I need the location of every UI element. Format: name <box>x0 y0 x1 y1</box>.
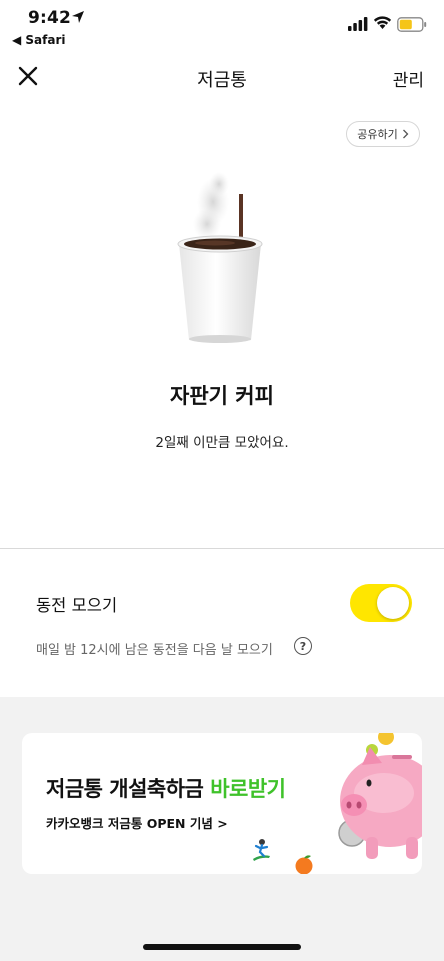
navigation-bar: 저금통 관리 <box>0 56 444 100</box>
status-bar: 9:42 ◀ Safari <box>0 0 444 52</box>
piggy-bank-illustration <box>338 733 422 859</box>
wifi-icon <box>373 16 392 29</box>
promo-banner[interactable]: 저금통 개설축하금 바로받기 카카오뱅크 저금통 OPEN 기념 > <box>22 733 422 874</box>
back-to-safari-link[interactable]: ◀ Safari <box>12 33 66 47</box>
share-button-label: 공유하기 <box>357 128 398 141</box>
coin-saving-label: 동전 모으기 <box>36 596 118 615</box>
coin-saving-toggle[interactable] <box>350 584 412 622</box>
cellular-signal-icon <box>348 17 368 31</box>
savings-progress-text: 2일째 이만큼 모았어요. <box>155 435 289 451</box>
toggle-knob <box>377 587 409 619</box>
coffee-cup-illustration <box>177 172 263 343</box>
chevron-right-icon <box>402 129 409 139</box>
battery-icon <box>397 17 427 32</box>
manage-button[interactable]: 관리 <box>393 66 424 91</box>
share-button[interactable]: 공유하기 <box>346 121 420 147</box>
home-indicator <box>143 944 301 950</box>
coin-saving-description: 매일 밤 12시에 남은 동전을 다음 날 모으기 <box>36 643 273 658</box>
surfer-icon <box>253 839 270 861</box>
banner-title-highlight: 바로받기 <box>210 777 286 801</box>
location-arrow-icon <box>72 11 84 23</box>
help-icon[interactable]: ? <box>294 637 312 655</box>
banner-title: 저금통 개설축하금 바로받기 <box>46 773 286 803</box>
banner-title-text: 저금통 개설축하금 <box>46 777 211 801</box>
section-divider <box>0 548 444 549</box>
page-title: 저금통 <box>197 70 247 91</box>
banner-subtitle-link[interactable]: 카카오뱅크 저금통 OPEN 기념 > <box>46 813 228 832</box>
savings-goal-title: 자판기 커피 <box>170 384 274 408</box>
status-time: 9:42 <box>28 8 72 28</box>
